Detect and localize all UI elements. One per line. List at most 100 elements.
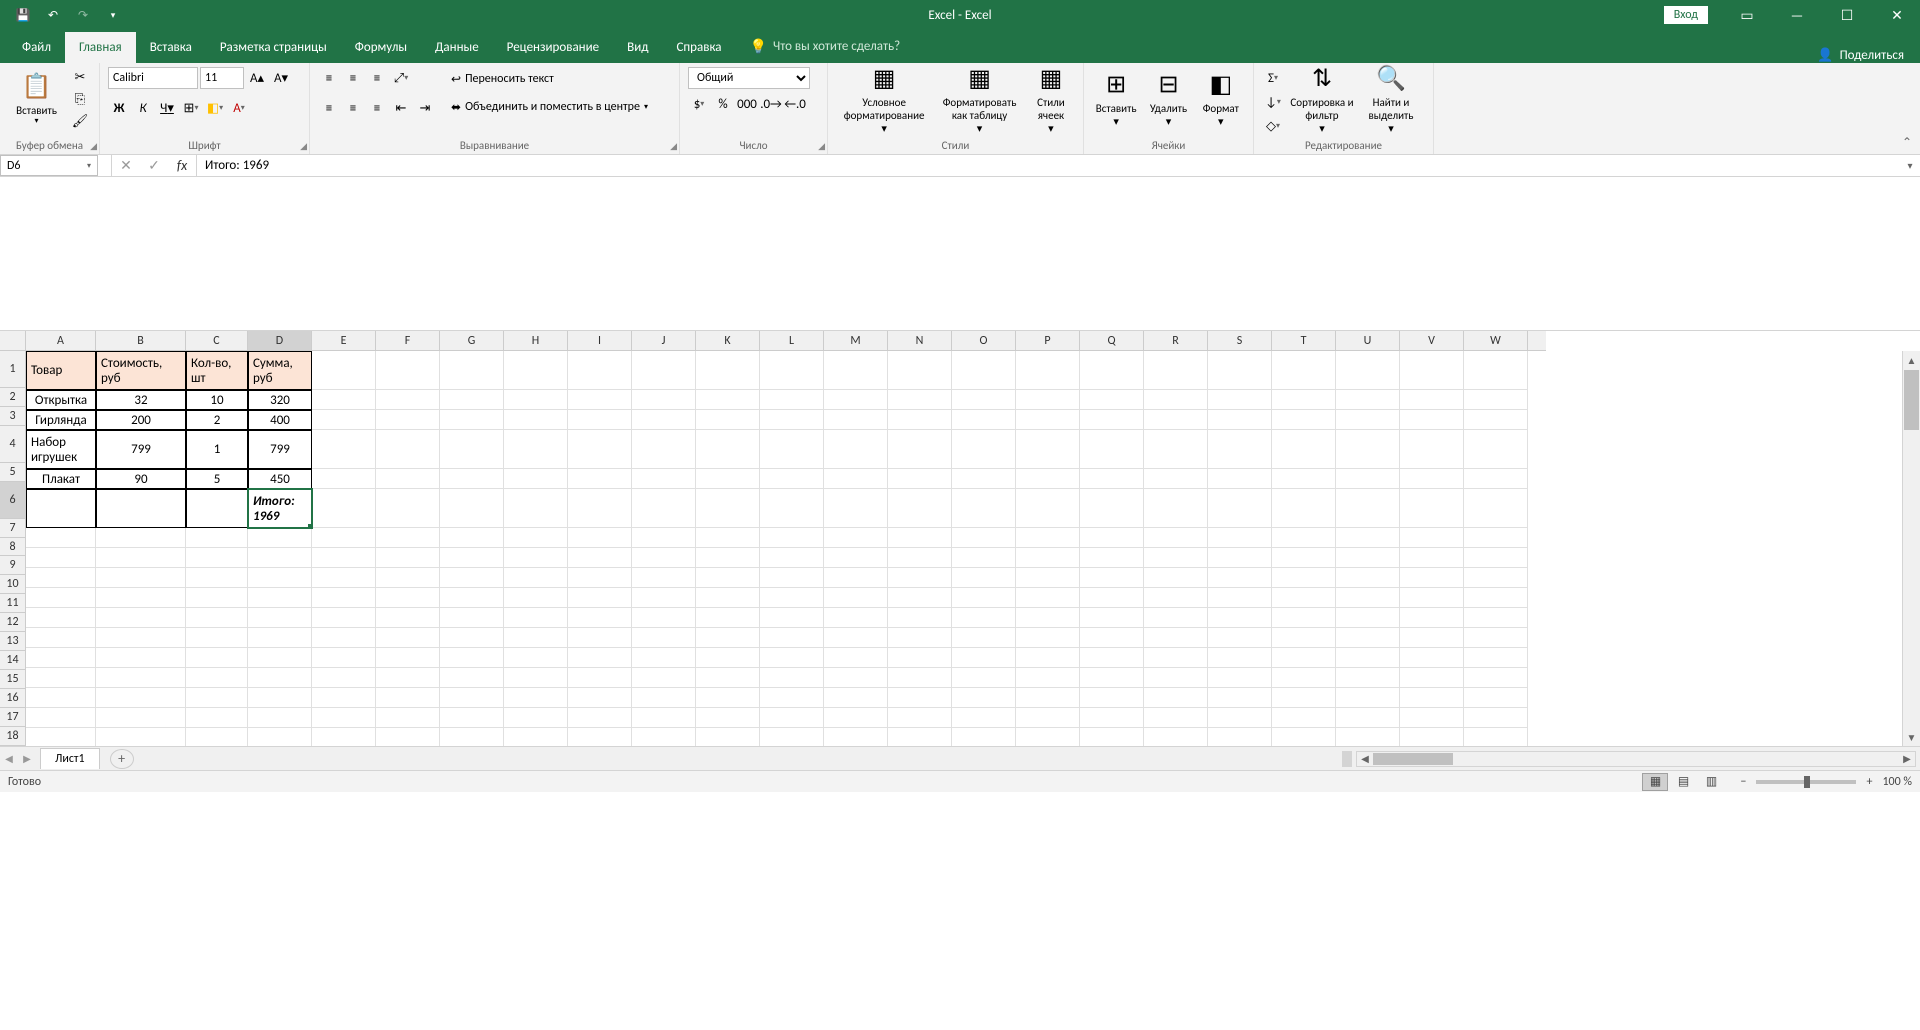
sheet-nav-next-icon[interactable]: ▶ — [18, 752, 36, 765]
cell-T13[interactable] — [1272, 648, 1336, 668]
cell-S14[interactable] — [1208, 668, 1272, 688]
cell-J9[interactable] — [632, 568, 696, 588]
cell-D12[interactable] — [248, 628, 312, 648]
col-header-S[interactable]: S — [1208, 331, 1272, 351]
cell-M14[interactable] — [824, 668, 888, 688]
cell-D3[interactable]: 400 — [248, 410, 312, 430]
cell-U12[interactable] — [1336, 628, 1400, 648]
cell-V13[interactable] — [1400, 648, 1464, 668]
cell-K11[interactable] — [696, 608, 760, 628]
orientation-icon[interactable]: ⤢ — [390, 67, 412, 89]
cell-L2[interactable] — [760, 390, 824, 410]
cell-A2[interactable]: Открытка — [26, 390, 96, 410]
cell-M9[interactable] — [824, 568, 888, 588]
cell-G10[interactable] — [440, 588, 504, 608]
cell-W10[interactable] — [1464, 588, 1528, 608]
cell-O4[interactable] — [952, 430, 1016, 469]
cell-I10[interactable] — [568, 588, 632, 608]
cell-S12[interactable] — [1208, 628, 1272, 648]
cell-H12[interactable] — [504, 628, 568, 648]
cell-D14[interactable] — [248, 668, 312, 688]
cell-T16[interactable] — [1272, 708, 1336, 728]
cell-H10[interactable] — [504, 588, 568, 608]
cell-P7[interactable] — [1016, 528, 1080, 548]
cell-L17[interactable] — [760, 728, 824, 746]
cell-A13[interactable] — [26, 648, 96, 668]
font-size-select[interactable] — [200, 67, 244, 89]
cells-area[interactable]: ТоварСтоимость, рубКол-во, штСумма, рубО… — [26, 351, 1902, 746]
cell-P10[interactable] — [1016, 588, 1080, 608]
cell-V10[interactable] — [1400, 588, 1464, 608]
vertical-scrollbar[interactable]: ▲ ▼ — [1902, 351, 1920, 746]
alignment-launcher-icon[interactable]: ◢ — [670, 141, 677, 152]
cell-V3[interactable] — [1400, 410, 1464, 430]
cell-N1[interactable] — [888, 351, 952, 390]
cell-K6[interactable] — [696, 489, 760, 528]
cell-M7[interactable] — [824, 528, 888, 548]
cell-M4[interactable] — [824, 430, 888, 469]
cell-P5[interactable] — [1016, 469, 1080, 489]
tell-me-search[interactable]: 💡 Что вы хотите сделать? — [736, 30, 915, 63]
view-page-break-icon[interactable]: ▥ — [1698, 773, 1724, 791]
cell-C15[interactable] — [186, 688, 248, 708]
row-header-10[interactable]: 10 — [0, 575, 26, 594]
cell-N13[interactable] — [888, 648, 952, 668]
cell-N7[interactable] — [888, 528, 952, 548]
cell-F7[interactable] — [376, 528, 440, 548]
cell-H11[interactable] — [504, 608, 568, 628]
col-header-F[interactable]: F — [376, 331, 440, 351]
cell-D2[interactable]: 320 — [248, 390, 312, 410]
cell-T3[interactable] — [1272, 410, 1336, 430]
cell-P12[interactable] — [1016, 628, 1080, 648]
decrease-indent-icon[interactable]: ⇤ — [390, 97, 412, 119]
cell-N12[interactable] — [888, 628, 952, 648]
cell-I16[interactable] — [568, 708, 632, 728]
cell-E13[interactable] — [312, 648, 376, 668]
cell-T12[interactable] — [1272, 628, 1336, 648]
cell-J8[interactable] — [632, 548, 696, 568]
cell-J6[interactable] — [632, 489, 696, 528]
cell-H17[interactable] — [504, 728, 568, 746]
horizontal-scrollbar[interactable]: ◀ ▶ — [1356, 751, 1916, 767]
cell-R11[interactable] — [1144, 608, 1208, 628]
cell-U7[interactable] — [1336, 528, 1400, 548]
find-select-button[interactable]: 🔍 Найти и выделить▾ — [1360, 67, 1422, 133]
cell-M17[interactable] — [824, 728, 888, 746]
cell-I1[interactable] — [568, 351, 632, 390]
cell-L8[interactable] — [760, 548, 824, 568]
cell-I3[interactable] — [568, 410, 632, 430]
cell-W8[interactable] — [1464, 548, 1528, 568]
cell-V4[interactable] — [1400, 430, 1464, 469]
cell-U1[interactable] — [1336, 351, 1400, 390]
cell-M11[interactable] — [824, 608, 888, 628]
cell-E10[interactable] — [312, 588, 376, 608]
cell-K13[interactable] — [696, 648, 760, 668]
tab-review[interactable]: Рецензирование — [493, 32, 613, 63]
insert-function-icon[interactable]: fx — [168, 155, 196, 176]
scroll-right-icon[interactable]: ▶ — [1899, 752, 1915, 765]
col-header-A[interactable]: A — [26, 331, 96, 351]
cell-styles-button[interactable]: ▦ Стили ячеек▾ — [1027, 67, 1075, 133]
cell-N4[interactable] — [888, 430, 952, 469]
col-header-L[interactable]: L — [760, 331, 824, 351]
cell-C17[interactable] — [186, 728, 248, 746]
cell-A12[interactable] — [26, 628, 96, 648]
row-header-7[interactable]: 7 — [0, 519, 26, 538]
cell-G9[interactable] — [440, 568, 504, 588]
cell-I14[interactable] — [568, 668, 632, 688]
cell-M2[interactable] — [824, 390, 888, 410]
cell-U6[interactable] — [1336, 489, 1400, 528]
cell-R10[interactable] — [1144, 588, 1208, 608]
cell-P4[interactable] — [1016, 430, 1080, 469]
cell-T11[interactable] — [1272, 608, 1336, 628]
cell-C2[interactable]: 10 — [186, 390, 248, 410]
cell-R4[interactable] — [1144, 430, 1208, 469]
cell-O14[interactable] — [952, 668, 1016, 688]
tab-page-layout[interactable]: Разметка страницы — [206, 32, 341, 63]
cell-A11[interactable] — [26, 608, 96, 628]
zoom-slider[interactable] — [1756, 780, 1856, 784]
cell-P9[interactable] — [1016, 568, 1080, 588]
cell-A1[interactable]: Товар — [26, 351, 96, 390]
cell-A5[interactable]: Плакат — [26, 469, 96, 489]
cell-M16[interactable] — [824, 708, 888, 728]
